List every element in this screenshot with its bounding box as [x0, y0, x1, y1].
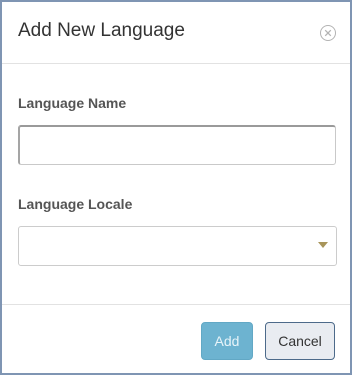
add-button[interactable]: Add [201, 322, 253, 360]
language-name-label: Language Name [18, 95, 127, 111]
close-icon[interactable] [320, 25, 336, 41]
dialog-header: Add New Language [2, 2, 350, 64]
dialog-footer: Add Cancel [2, 304, 350, 374]
language-locale-select[interactable] [18, 226, 337, 266]
caret-down-icon [318, 242, 328, 248]
language-locale-label: Language Locale [18, 196, 133, 212]
add-language-dialog: Add New Language Language Name Language … [0, 0, 352, 375]
language-name-input[interactable] [18, 125, 336, 165]
dialog-title: Add New Language [18, 20, 185, 41]
cancel-button[interactable]: Cancel [265, 322, 335, 360]
close-x-glyph [324, 29, 332, 37]
